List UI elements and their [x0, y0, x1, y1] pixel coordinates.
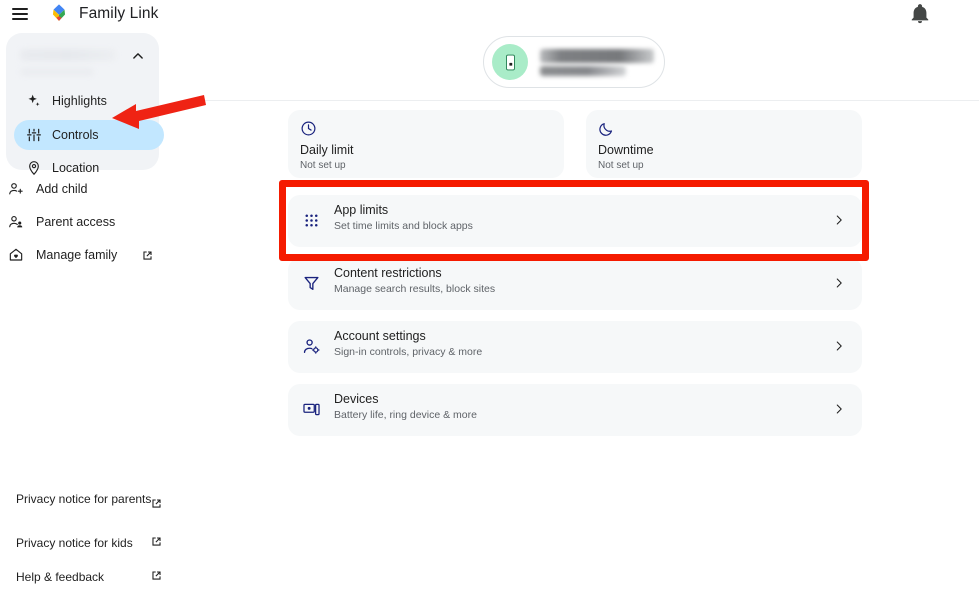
row-subtitle: Battery life, ring device & more — [334, 409, 477, 421]
location-pin-icon — [29, 161, 39, 176]
row-subtitle: Sign-in controls, privacy & more — [334, 346, 483, 358]
sidebar-item-label: Manage family — [36, 248, 118, 262]
sidebar-child-name-redacted — [20, 49, 116, 61]
sidebar-child-card[interactable]: Highlights Controls Location — [6, 33, 164, 176]
open-in-new-icon[interactable] — [150, 569, 163, 582]
sidebar-item-label: Controls — [52, 128, 99, 142]
sidebar-item-label: Privacy notice for parents — [16, 492, 152, 506]
row-devices[interactable]: Devices Battery life, ring device & more — [288, 384, 862, 436]
phone-device-icon — [505, 54, 515, 70]
sidebar-item-label: Privacy notice for kids — [16, 536, 133, 550]
sidebar-item-highlights[interactable]: Highlights — [14, 86, 164, 116]
sidebar-item-help-feedback[interactable]: Help & feedback — [16, 570, 166, 584]
notification-bell-icon[interactable] — [909, 3, 931, 25]
child-chip-text — [538, 45, 658, 79]
filter-funnel-icon — [304, 276, 319, 291]
tile-daily-limit[interactable]: Daily limit Not set up — [288, 110, 564, 178]
chevron-right-icon — [836, 341, 842, 351]
top-app-bar: Family Link — [0, 0, 979, 28]
sidebar-item-privacy-notice-kids[interactable]: Privacy notice for kids — [16, 536, 166, 550]
sidebar-item-manage-family[interactable]: Manage family — [8, 242, 172, 268]
sidebar-item-label: Highlights — [52, 94, 107, 108]
sidebar-item-parent-access[interactable]: Parent access — [8, 209, 172, 235]
left-sidebar: Highlights Controls Location Add child P… — [0, 28, 180, 604]
row-title: App limits — [334, 203, 389, 217]
chevron-right-icon — [836, 215, 842, 225]
sidebar-item-label: Location — [52, 161, 100, 175]
supervisor-account-icon — [9, 216, 23, 228]
person-gear-icon — [303, 339, 320, 354]
clock-icon — [301, 121, 316, 136]
chevron-right-icon — [836, 404, 842, 414]
sidebar-item-privacy-notice-parents[interactable]: Privacy notice for parents — [16, 492, 166, 508]
open-in-new-icon[interactable] — [150, 497, 163, 510]
tile-subtitle: Not set up — [300, 160, 346, 171]
person-add-icon — [9, 183, 23, 195]
sidebar-item-add-child[interactable]: Add child — [8, 176, 172, 202]
row-title: Content restrictions — [334, 266, 442, 280]
child-selector-chip[interactable] — [483, 36, 665, 88]
sidebar-item-label: Add child — [36, 182, 88, 196]
row-title: Account settings — [334, 329, 426, 343]
row-content-restrictions[interactable]: Content restrictions Manage search resul… — [288, 258, 862, 310]
hamburger-menu-icon[interactable] — [6, 0, 34, 28]
tune-sliders-icon — [27, 128, 41, 142]
tile-subtitle: Not set up — [598, 160, 644, 171]
devices-icon — [303, 403, 320, 416]
chevron-up-icon[interactable] — [129, 47, 147, 65]
tile-title: Daily limit — [300, 143, 354, 157]
sidebar-item-label: Help & feedback — [16, 570, 105, 584]
row-account-settings[interactable]: Account settings Sign-in controls, priva… — [288, 321, 862, 373]
child-email-redacted — [540, 66, 626, 76]
sidebar-item-controls[interactable]: Controls — [14, 120, 164, 150]
avatar — [492, 44, 528, 80]
content-divider — [180, 100, 979, 101]
app-title: Family Link — [79, 5, 159, 22]
row-app-limits[interactable]: App limits Set time limits and block app… — [288, 195, 862, 247]
main-content: Daily limit Not set up Downtime Not set … — [180, 28, 979, 604]
chevron-right-icon — [836, 278, 842, 288]
sparkle-icon — [28, 94, 40, 107]
sidebar-child-sub-redacted — [20, 68, 94, 76]
row-subtitle: Manage search results, block sites — [334, 283, 496, 295]
row-title: Devices — [334, 392, 379, 406]
tile-title: Downtime — [598, 143, 654, 157]
sidebar-item-label: Parent access — [36, 215, 116, 229]
family-link-app-window: Family Link Highlights Controls Location… — [0, 0, 979, 604]
open-in-new-icon[interactable] — [150, 535, 163, 548]
family-link-logo-icon — [52, 4, 66, 21]
brand: Family Link — [48, 3, 158, 25]
child-name-redacted — [540, 49, 654, 63]
apps-grid-icon — [305, 214, 318, 227]
summary-tiles: Daily limit Not set up Downtime Not set … — [288, 110, 862, 178]
moon-icon — [599, 123, 613, 136]
open-in-new-icon[interactable] — [141, 249, 154, 262]
tile-downtime[interactable]: Downtime Not set up — [586, 110, 862, 178]
home-heart-icon — [9, 248, 23, 261]
row-subtitle: Set time limits and block apps — [334, 220, 473, 232]
